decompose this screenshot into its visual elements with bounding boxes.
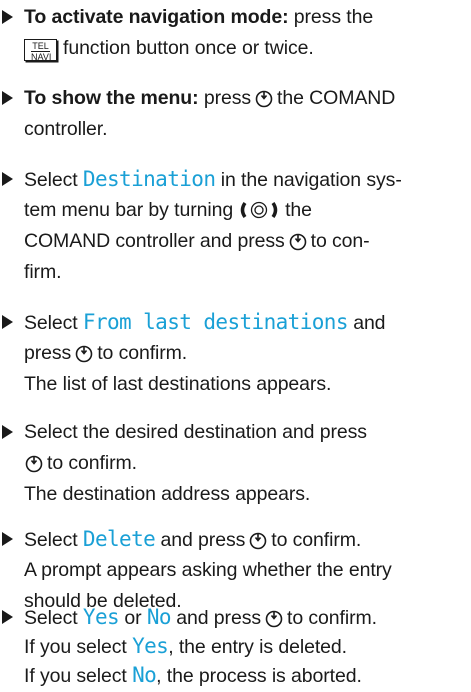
display-text: No (132, 663, 157, 687)
step-line: press to confirm. (24, 342, 188, 364)
step-line: The destination address appears. (24, 483, 311, 505)
step-line: TEL NAVI function button once or twice. (24, 35, 314, 62)
bullet-arrow-icon (2, 315, 13, 329)
bullet-arrow-icon (2, 610, 13, 624)
press-controller-icon (255, 90, 273, 108)
step-line: Select Yes or No and press to confirm. (24, 605, 377, 629)
bullet-arrow-icon (2, 10, 13, 24)
display-text: Yes (132, 634, 169, 658)
press-controller-icon (249, 532, 267, 550)
display-text: Delete (82, 527, 156, 551)
press-controller-icon (75, 345, 93, 363)
display-text: Destination (82, 167, 216, 191)
press-controller-icon (25, 455, 43, 473)
bullet-arrow-icon (2, 532, 13, 546)
bullet-arrow-icon (2, 91, 13, 105)
display-text: No (146, 605, 172, 629)
step-line: A prompt appears asking whether the entr… (24, 559, 392, 581)
tel-navi-button-icon: TEL NAVI (24, 39, 57, 62)
step-line: controller. (24, 118, 108, 140)
press-controller-icon (289, 233, 306, 251)
step-line: Select the desired destination and press (24, 421, 367, 443)
instruction-page: To activate navigation mode: press the T… (0, 0, 471, 692)
turn-controller-icon (240, 201, 278, 219)
step-line: firm. (24, 261, 62, 283)
display-text: From last destinations (82, 310, 349, 334)
bullet-arrow-icon (2, 425, 13, 439)
step-line: To show the menu: press the COMAND (24, 87, 396, 109)
step-line: to confirm. (24, 450, 137, 476)
step-heading: To show the menu: (24, 87, 199, 109)
step-heading: To activate navigation mode: (24, 6, 289, 28)
press-controller-icon (265, 610, 283, 628)
step-line: If you select Yes, the entry is deleted. (24, 634, 347, 658)
step-line: tem menu bar by turning the (24, 199, 312, 221)
step-line: To activate navigation mode: press the (24, 6, 374, 28)
step-line: Select From last destinations and (24, 310, 386, 334)
step-line: If you select No, the process is aborted… (24, 663, 362, 687)
step-line: The list of last destinations appears. (24, 373, 332, 395)
bullet-arrow-icon (2, 172, 13, 186)
step-line: Select Delete and press to confirm. (24, 527, 362, 551)
step-line: Select Destination in the navigation sys… (24, 167, 402, 191)
display-text: Yes (82, 605, 120, 629)
step-line: COMAND controller and press to con- (24, 230, 370, 252)
